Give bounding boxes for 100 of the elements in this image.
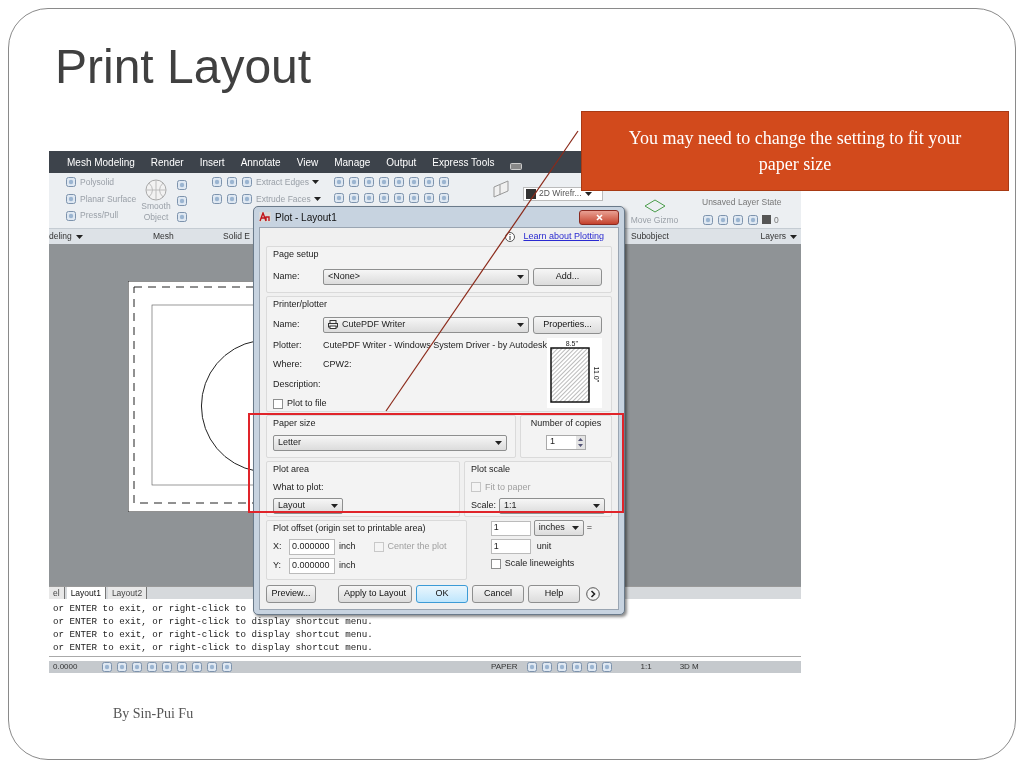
- status-toggle-icon[interactable]: [585, 661, 598, 673]
- ribbon-tab[interactable]: Output: [386, 154, 417, 170]
- input-field[interactable]: 0.000000: [289, 538, 335, 555]
- status-toggle-icon[interactable]: [131, 661, 143, 673]
- group-label: Plot area: [273, 463, 311, 476]
- field-label: Description:: [273, 377, 322, 391]
- input-field[interactable]: 1: [490, 539, 531, 554]
- tool-icon[interactable]: [176, 178, 188, 191]
- tool-icon[interactable]: [423, 191, 435, 204]
- checkbox[interactable]: [273, 398, 283, 409]
- app-logo-icon: [259, 212, 271, 222]
- tool-icon[interactable]: [378, 191, 390, 204]
- dialog-button[interactable]: Cancel: [472, 585, 524, 603]
- tool-icon[interactable]: [65, 209, 77, 222]
- tool-icon[interactable]: [438, 175, 450, 188]
- group-label: Plot scale: [471, 463, 511, 476]
- tool-icon[interactable]: [393, 175, 405, 188]
- copies-spinner[interactable]: 1: [546, 434, 586, 450]
- expand-icon[interactable]: [586, 587, 600, 601]
- tool-icon[interactable]: [408, 191, 420, 204]
- command-line: or ENTER to exit, or right-click to display shortcut menu.: [53, 628, 373, 642]
- ribbon-tab[interactable]: Annotate: [240, 154, 281, 170]
- help-link[interactable]: Learn about Plotting: [523, 229, 604, 244]
- status-toggle-icon[interactable]: [176, 661, 188, 673]
- status-toggle-icon[interactable]: [540, 661, 553, 673]
- status-toggle-icon[interactable]: [525, 661, 538, 673]
- tool-icon[interactable]: [393, 191, 405, 204]
- checkbox[interactable]: [490, 558, 501, 569]
- tool-icon[interactable]: [378, 175, 390, 188]
- layer-color-icon: [762, 215, 771, 225]
- dialog-button[interactable]: Apply to Layout: [338, 585, 412, 603]
- command-line: or ENTER to exit, or right-click to: [53, 602, 246, 616]
- field-label: Name:: [273, 269, 301, 283]
- tool-icon[interactable]: [363, 175, 375, 188]
- layer-state-dropdown[interactable]: Unsaved Layer State: [702, 195, 801, 209]
- status-toggle-icon[interactable]: [191, 661, 203, 673]
- status-toggle-icon[interactable]: [161, 661, 173, 673]
- ribbon-tab[interactable]: Insert: [199, 154, 225, 170]
- ribbon-tab[interactable]: Express Tools: [432, 154, 495, 170]
- space-toggle[interactable]: PAPER: [491, 661, 518, 673]
- tool-icon[interactable]: [65, 192, 77, 205]
- dropdown-arrow-icon: [571, 526, 579, 530]
- dropdown-arrow-icon: [495, 440, 502, 445]
- status-toggle-icon[interactable]: [600, 661, 613, 673]
- dropdown-field[interactable]: <None>: [323, 268, 529, 285]
- dropdown-field[interactable]: Letter: [273, 434, 507, 451]
- status-toggle-icon[interactable]: [116, 661, 128, 673]
- layout-tab[interactable]: Layout1: [66, 587, 106, 600]
- dialog-title: Plot - Layout1: [275, 210, 337, 225]
- tool-icon[interactable]: [176, 210, 188, 223]
- tool-icon[interactable]: [408, 175, 420, 188]
- status-toggle-icon[interactable]: [206, 661, 218, 673]
- tool-icon[interactable]: [333, 191, 345, 204]
- layout-tab[interactable]: el: [49, 587, 65, 600]
- panel-toggle-icon[interactable]: [510, 162, 523, 170]
- status-toggle-icon[interactable]: [101, 661, 113, 673]
- tool-icon[interactable]: [423, 175, 435, 188]
- input-field[interactable]: 1: [490, 520, 531, 536]
- tool-icon[interactable]: [226, 192, 238, 205]
- dialog-button[interactable]: Preview...: [266, 585, 316, 603]
- close-button[interactable]: [579, 209, 619, 225]
- sphere-mesh-icon[interactable]: [143, 178, 169, 201]
- tool-icon[interactable]: [226, 176, 238, 189]
- slide-footer: By Sin-Pui Fu: [113, 703, 1015, 724]
- hatched-paper-icon: [549, 346, 590, 403]
- coordinates: 0.0000: [53, 661, 79, 673]
- dropdown-arrow-icon: [593, 504, 600, 508]
- field-label: Y:: [273, 558, 282, 572]
- tool-icon[interactable]: [176, 194, 188, 207]
- tool-icon[interactable]: [333, 175, 345, 188]
- tool-icon[interactable]: [438, 191, 450, 204]
- layout-tab[interactable]: Layout2: [107, 587, 148, 600]
- tool-icon[interactable]: [363, 191, 375, 204]
- input-field[interactable]: 0.000000: [289, 557, 335, 574]
- dropdown-field[interactable]: CutePDF Writer: [323, 316, 529, 333]
- tool-icon[interactable]: [241, 176, 253, 189]
- tool-icon[interactable]: [348, 175, 360, 188]
- status-toggle-icon[interactable]: [221, 661, 233, 673]
- tool-icon[interactable]: [348, 191, 360, 204]
- annotation-scale[interactable]: 1:1: [640, 661, 652, 673]
- status-toggle-icon[interactable]: [146, 661, 158, 673]
- dropdown-field[interactable]: inches: [533, 520, 584, 536]
- checkbox-label: Scale lineweights: [504, 557, 575, 570]
- ribbon-tab[interactable]: Mesh Modeling: [67, 154, 135, 170]
- status-toggle-icon[interactable]: [555, 661, 568, 673]
- tool-icon[interactable]: [241, 192, 253, 205]
- dialog-button[interactable]: Properties...: [533, 315, 602, 334]
- field-label: Where:: [273, 358, 303, 371]
- dialog-button[interactable]: Help: [528, 585, 580, 603]
- tool-icon[interactable]: [211, 176, 223, 189]
- ribbon-tab[interactable]: View: [296, 154, 319, 170]
- tool-icon[interactable]: [211, 192, 223, 205]
- status-toggle-icon[interactable]: [570, 661, 583, 673]
- tool-icon[interactable]: [65, 176, 77, 189]
- dialog-button[interactable]: Add...: [533, 267, 602, 286]
- layer-name[interactable]: 0: [774, 213, 779, 227]
- dialog-button[interactable]: OK: [416, 585, 468, 603]
- ribbon-tab[interactable]: Manage: [334, 154, 371, 170]
- ribbon-tab[interactable]: Render: [150, 154, 184, 170]
- gizmo-icon[interactable]: [642, 197, 667, 214]
